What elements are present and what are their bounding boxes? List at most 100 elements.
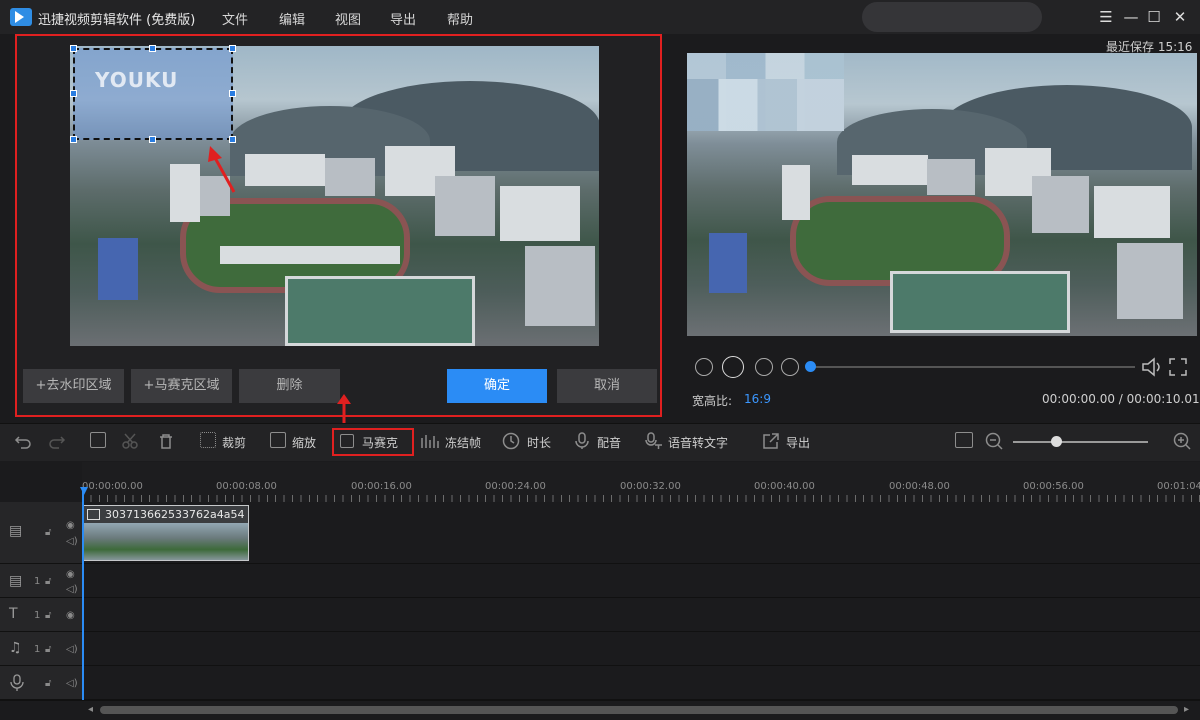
zoom-out-icon[interactable] xyxy=(985,432,1003,450)
menu-edit[interactable]: 编辑 xyxy=(279,9,305,28)
mosaic-tool[interactable]: 马赛克 xyxy=(362,434,398,451)
confirm-button[interactable]: 确定 xyxy=(447,369,547,403)
speaker-icon[interactable]: ◁) xyxy=(66,536,78,547)
playback-time-readout: 00:00:00.00 / 00:00:10.01 xyxy=(1042,392,1200,406)
resize-handle-left[interactable] xyxy=(70,90,77,97)
text-icon: T xyxy=(9,606,18,622)
maximize-icon[interactable]: ☐ xyxy=(1144,7,1164,27)
menu-export[interactable]: 导出 xyxy=(390,9,416,28)
resize-handle-top-right[interactable] xyxy=(229,45,236,52)
overlay-video-track[interactable] xyxy=(0,564,1200,598)
playhead-handle[interactable] xyxy=(80,487,88,495)
redo-icon[interactable] xyxy=(48,432,66,450)
mosaic-icon[interactable] xyxy=(340,434,354,448)
resize-handle-right[interactable] xyxy=(229,90,236,97)
volume-icon[interactable] xyxy=(1141,357,1163,377)
resize-handle-top[interactable] xyxy=(149,45,156,52)
speaker-icon[interactable]: ◁) xyxy=(66,584,78,595)
tick-label: 00:00:16.00 xyxy=(351,481,412,492)
aspect-ratio-value[interactable]: 16:9 xyxy=(744,392,771,406)
menu-help[interactable]: 帮助 xyxy=(447,9,473,28)
zoom-tool-icon[interactable] xyxy=(270,432,286,448)
tick-label: 00:00:24.00 xyxy=(485,481,546,492)
fullscreen-icon[interactable] xyxy=(1168,357,1188,377)
clock-icon[interactable] xyxy=(502,432,520,450)
add-watermark-area-button[interactable]: +去水印区域 xyxy=(23,369,124,403)
menu-file[interactable]: 文件 xyxy=(222,9,248,28)
edit-icon[interactable] xyxy=(90,432,106,448)
speaker-icon[interactable]: ◁) xyxy=(66,644,78,655)
timeline-zoom-slider[interactable] xyxy=(1013,441,1148,443)
close-icon[interactable]: ✕ xyxy=(1170,7,1190,27)
trash-icon[interactable] xyxy=(157,432,175,450)
microphone-icon xyxy=(10,674,24,691)
undo-icon[interactable] xyxy=(14,432,32,450)
microphone-icon[interactable] xyxy=(574,432,590,450)
eye-icon[interactable]: ◉ xyxy=(66,610,75,621)
lock-icon[interactable]: 🔓︎ xyxy=(45,644,51,655)
fit-timeline-icon[interactable] xyxy=(955,432,973,448)
stop-icon[interactable] xyxy=(781,358,799,376)
speech-to-text-icon[interactable] xyxy=(645,432,663,450)
tick-label: 00:00:00.00 xyxy=(82,481,143,492)
menu-view[interactable]: 视图 xyxy=(335,9,361,28)
freeze-frame-tool[interactable]: 冻结帧 xyxy=(445,434,481,451)
resize-handle-bottom[interactable] xyxy=(149,136,156,143)
speech-to-text-tool[interactable]: 语音转文字 xyxy=(668,434,728,451)
previous-frame-icon[interactable] xyxy=(695,358,713,376)
timeline-scrollbar-thumb[interactable] xyxy=(100,706,1178,714)
crop-tool[interactable]: 裁剪 xyxy=(222,434,246,451)
lock-icon[interactable]: 🔓︎ xyxy=(45,576,51,587)
film-icon: ▤ xyxy=(9,523,23,539)
play-icon[interactable] xyxy=(722,356,744,378)
video-clip-icon xyxy=(87,509,100,520)
playback-progress-bar[interactable] xyxy=(810,366,1135,368)
export-tool[interactable]: 导出 xyxy=(786,434,810,451)
speaker-icon[interactable]: ◁) xyxy=(66,678,78,689)
app-logo-icon xyxy=(10,8,32,26)
text-track[interactable] xyxy=(0,598,1200,632)
clip-thumbnail xyxy=(194,523,248,560)
tick-label: 00:00:56.00 xyxy=(1023,481,1084,492)
red-arrow-icon xyxy=(208,146,236,193)
tick-label: 00:00:08.00 xyxy=(216,481,277,492)
user-account-area[interactable] xyxy=(862,2,1042,32)
timeline-ticks xyxy=(82,495,1200,502)
crop-icon[interactable] xyxy=(200,432,216,448)
playhead[interactable] xyxy=(82,487,84,700)
cancel-button[interactable]: 取消 xyxy=(557,369,657,403)
scroll-right-icon[interactable]: ▸ xyxy=(1184,704,1189,715)
clip-name: 303713662533762a4a54 xyxy=(105,508,245,521)
music-track[interactable] xyxy=(0,632,1200,666)
eye-icon[interactable]: ◉ xyxy=(66,569,75,580)
clip-thumbnail xyxy=(139,523,194,560)
clip-thumbnail xyxy=(84,523,139,560)
hamburger-menu-icon[interactable]: ☰ xyxy=(1096,7,1116,27)
add-mosaic-area-button[interactable]: +马赛克区域 xyxy=(131,369,232,403)
lock-icon[interactable]: 🔓︎ xyxy=(45,610,51,621)
freeze-frame-icon[interactable] xyxy=(420,432,440,450)
next-frame-icon[interactable] xyxy=(755,358,773,376)
duration-tool[interactable]: 时长 xyxy=(527,434,551,451)
tick-label: 00:00:48.00 xyxy=(889,481,950,492)
lock-icon[interactable]: 🔓︎ xyxy=(45,527,51,538)
youku-watermark: YOUKU xyxy=(95,68,179,92)
zoom-in-icon[interactable] xyxy=(1173,432,1191,450)
video-clip[interactable]: 303713662533762a4a54 xyxy=(83,505,249,561)
red-arrow-icon xyxy=(337,394,351,424)
delete-button[interactable]: 删除 xyxy=(239,369,340,403)
export-icon[interactable] xyxy=(762,432,780,450)
resize-handle-bottom-left[interactable] xyxy=(70,136,77,143)
watermark-selection-box[interactable] xyxy=(73,48,233,140)
voice-track[interactable] xyxy=(0,666,1200,700)
scissors-icon[interactable] xyxy=(121,432,139,450)
playback-progress-knob[interactable] xyxy=(805,361,816,372)
eye-icon[interactable]: ◉ xyxy=(66,520,75,531)
minimize-icon[interactable]: — xyxy=(1121,7,1141,27)
lock-icon[interactable]: 🔓︎ xyxy=(45,678,51,689)
resize-handle-top-left[interactable] xyxy=(70,45,77,52)
zoom-tool[interactable]: 缩放 xyxy=(292,434,316,451)
timeline-zoom-knob[interactable] xyxy=(1051,436,1062,447)
scroll-left-icon[interactable]: ◂ xyxy=(88,704,93,715)
dub-tool[interactable]: 配音 xyxy=(597,434,621,451)
